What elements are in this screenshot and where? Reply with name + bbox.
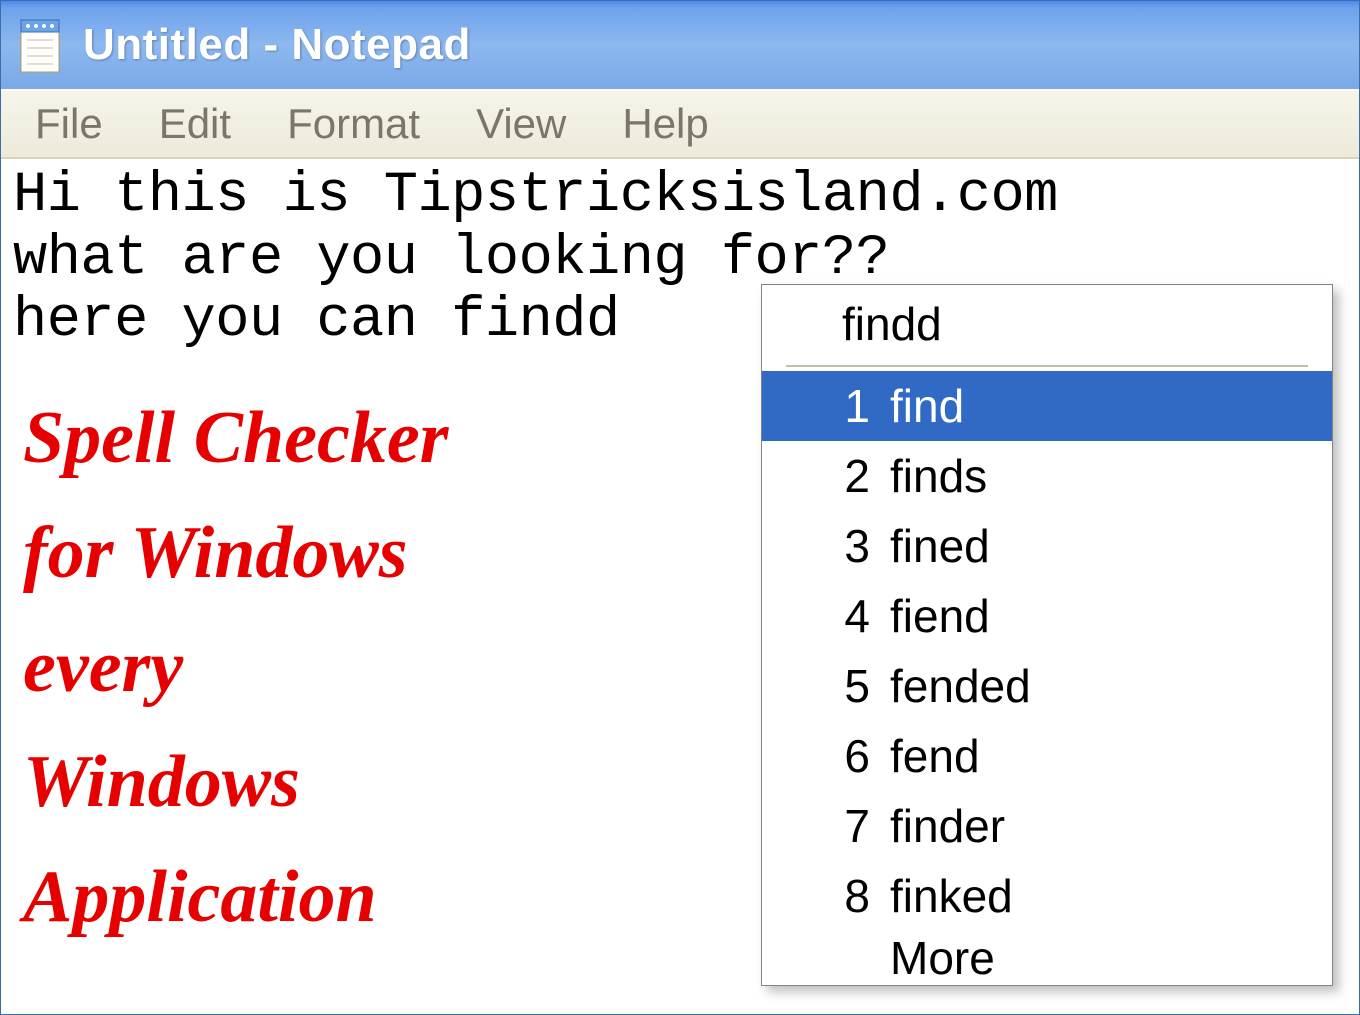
spell-suggestion[interactable]: 7 finder (762, 791, 1332, 861)
overlay-caption: Spell Checker for Windows every Windows … (23, 381, 448, 954)
window-title: Untitled - Notepad (83, 20, 471, 70)
menu-view[interactable]: View (452, 96, 590, 152)
spell-suggestion[interactable]: 6 fend (762, 721, 1332, 791)
spell-suggestion[interactable]: 2 finds (762, 441, 1332, 511)
menu-file[interactable]: File (11, 96, 127, 152)
spell-suggestion-num: 1 (824, 379, 870, 433)
spell-suggestion-num: 2 (824, 449, 870, 503)
editor-line-2: what are you looking for?? (13, 227, 889, 291)
spell-suggestion[interactable]: 4 fiend (762, 581, 1332, 651)
editor-area[interactable]: Hi this is Tipstricksisland.com what are… (1, 159, 1359, 1014)
spell-suggestion-word: finder (890, 799, 1005, 853)
spell-suggestion-num: 8 (824, 869, 870, 923)
spell-suggestion-num: 4 (824, 589, 870, 643)
titlebar[interactable]: Untitled - Notepad (1, 1, 1359, 89)
menubar: File Edit Format View Help (1, 89, 1359, 159)
spell-suggestion-word: fend (890, 729, 980, 783)
spell-suggestion[interactable]: 8 finked (762, 861, 1332, 931)
spell-suggestion-word: finds (890, 449, 987, 503)
spell-more[interactable]: More (762, 931, 1332, 985)
spell-suggestion-num: 7 (824, 799, 870, 853)
spell-suggestion-word: fiend (890, 589, 990, 643)
spell-suggestion-word: finked (890, 869, 1013, 923)
spellcheck-popup: findd 1 find 2 finds 3 fined 4 fiend (761, 284, 1333, 986)
menu-edit[interactable]: Edit (135, 96, 255, 152)
editor-line-3: here you can findd (13, 289, 620, 353)
spell-suggestion[interactable]: 1 find (762, 371, 1332, 441)
spell-suggestion[interactable]: 5 fended (762, 651, 1332, 721)
spell-suggestion[interactable]: 3 fined (762, 511, 1332, 581)
spell-suggestion-num: 5 (824, 659, 870, 713)
notepad-icon (15, 16, 65, 74)
spell-suggestion-num: 3 (824, 519, 870, 573)
spell-suggestion-word: fined (890, 519, 990, 573)
spell-suggestion-word: find (890, 379, 964, 433)
spellcheck-list: 1 find 2 finds 3 fined 4 fiend 5 fende (762, 371, 1332, 985)
menu-help[interactable]: Help (598, 96, 732, 152)
notepad-window: Untitled - Notepad File Edit Format View… (0, 0, 1360, 1015)
spell-suggestion-num: 6 (824, 729, 870, 783)
spellcheck-query: findd (786, 291, 1308, 367)
spell-suggestion-word: fended (890, 659, 1031, 713)
menu-format[interactable]: Format (263, 96, 444, 152)
editor-line-1: Hi this is Tipstricksisland.com (13, 164, 1058, 228)
